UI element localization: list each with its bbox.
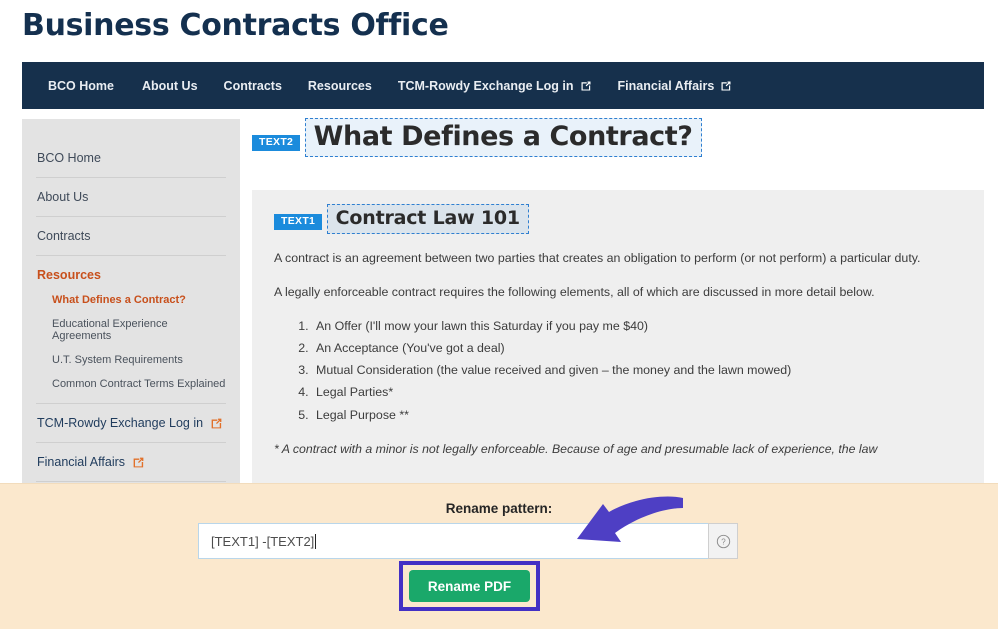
text1-selection-box[interactable]: Contract Law 101 [326,204,529,234]
text2-selection-box[interactable]: What Defines a Contract? [304,118,702,157]
sidebar-subitem-ut-system-requirements[interactable]: U.T. System Requirements [36,348,226,372]
sidebar-subitem-label: Common Contract Terms Explained [52,378,226,390]
page-title: Business Contracts Office [22,8,449,43]
sidebar-item-tcm-rowdy-exchange-login[interactable]: TCM-Rowdy Exchange Log in [36,404,226,443]
question-mark-circle-icon: ? [716,534,731,549]
topnav-item-contracts[interactable]: Contracts [224,79,282,93]
topnav-item-tcm-rowdy-exchange-login[interactable]: TCM-Rowdy Exchange Log in [398,79,592,93]
content-card: TEXT1 Contract Law 101 A contract is an … [252,190,984,520]
sidebar-item-bco-home[interactable]: BCO Home [36,139,226,178]
sidebar-subitem-educational-experience-agreements[interactable]: Educational Experience Agreements [36,312,226,348]
sidebar-subitem-label: U.T. System Requirements [52,354,183,366]
paragraph-elements-intro: A legally enforceable contract requires … [274,285,875,300]
sidebar-item-label: BCO Home [37,151,101,165]
sidebar-item-label: Financial Affairs [37,455,126,469]
rename-pdf-button[interactable]: Rename PDF [409,570,530,602]
sidebar-subitem-label: Educational Experience Agreements [52,318,168,342]
sidebar-subitem-label: What Defines a Contract? [52,294,186,306]
topnav-label: TCM-Rowdy Exchange Log in [397,78,574,93]
sidebar-subitem-what-defines-a-contract[interactable]: What Defines a Contract? [36,288,226,312]
section-subheading: Contract Law 101 [335,207,521,229]
sidebar-subitem-common-contract-terms-explained[interactable]: Common Contract Terms Explained [36,372,226,404]
topnav-label: BCO Home [48,78,114,93]
topnav-label: About Us [141,78,198,93]
sidebar-item-resources[interactable]: Resources [36,256,226,288]
topnav-item-bco-home[interactable]: BCO Home [48,79,114,93]
footnote-text: * A contract with a minor is not legally… [274,441,878,456]
external-link-icon [580,80,592,92]
contract-elements-list: An Offer (I'll mow your lawn this Saturd… [312,315,962,425]
list-item: Mutual Consideration (the value received… [312,359,962,381]
topnav-label: Contracts [223,78,282,93]
topnav-item-about-us[interactable]: About Us [142,79,198,93]
sidebar-item-label: Resources [37,268,101,282]
topnav-item-resources[interactable]: Resources [308,79,372,93]
sidebar-item-financial-affairs[interactable]: Financial Affairs [36,443,226,482]
svg-text:?: ? [721,537,726,546]
topnav-item-financial-affairs[interactable]: Financial Affairs [618,79,733,93]
sidebar-item-label: TCM-Rowdy Exchange Log in [37,416,204,430]
list-item: Legal Purpose ** [312,404,962,426]
sidebar-item-contracts[interactable]: Contracts [36,217,226,256]
text1-badge: TEXT1 [274,214,323,230]
external-link-icon [720,80,732,92]
sidebar-navigation: BCO Home About Us Contracts Resources Wh… [22,119,240,519]
help-button[interactable]: ? [708,523,738,559]
topnav-label: Resources [307,78,372,93]
sidebar-item-label: Contracts [37,229,91,243]
page-root: Business Contracts Office BCO Home About… [0,0,998,629]
external-link-icon [132,456,145,469]
main-heading-block: TEXT2 What Defines a Contract? [252,118,984,157]
page-heading: What Defines a Contract? [313,121,693,152]
rename-pattern-label: Rename pattern: [445,501,553,516]
external-link-icon [210,417,223,430]
paragraph-definition: A contract is an agreement between two p… [274,251,921,265]
text2-badge: TEXT2 [252,135,301,151]
list-item: An Offer (I'll mow your lawn this Saturd… [312,315,962,337]
list-item: An Acceptance (You've got a deal) [312,337,962,359]
curved-arrow-icon [577,496,683,542]
sidebar-item-label: About Us [37,190,89,204]
rename-pattern-value: [TEXT1] -[TEXT2] [211,533,315,549]
top-navigation-bar: BCO Home About Us Contracts Resources TC… [22,62,984,109]
topnav-label: Financial Affairs [617,78,715,93]
sidebar-item-about-us[interactable]: About Us [36,178,226,217]
text-cursor [315,533,317,549]
list-item: Legal Parties* [312,381,962,403]
